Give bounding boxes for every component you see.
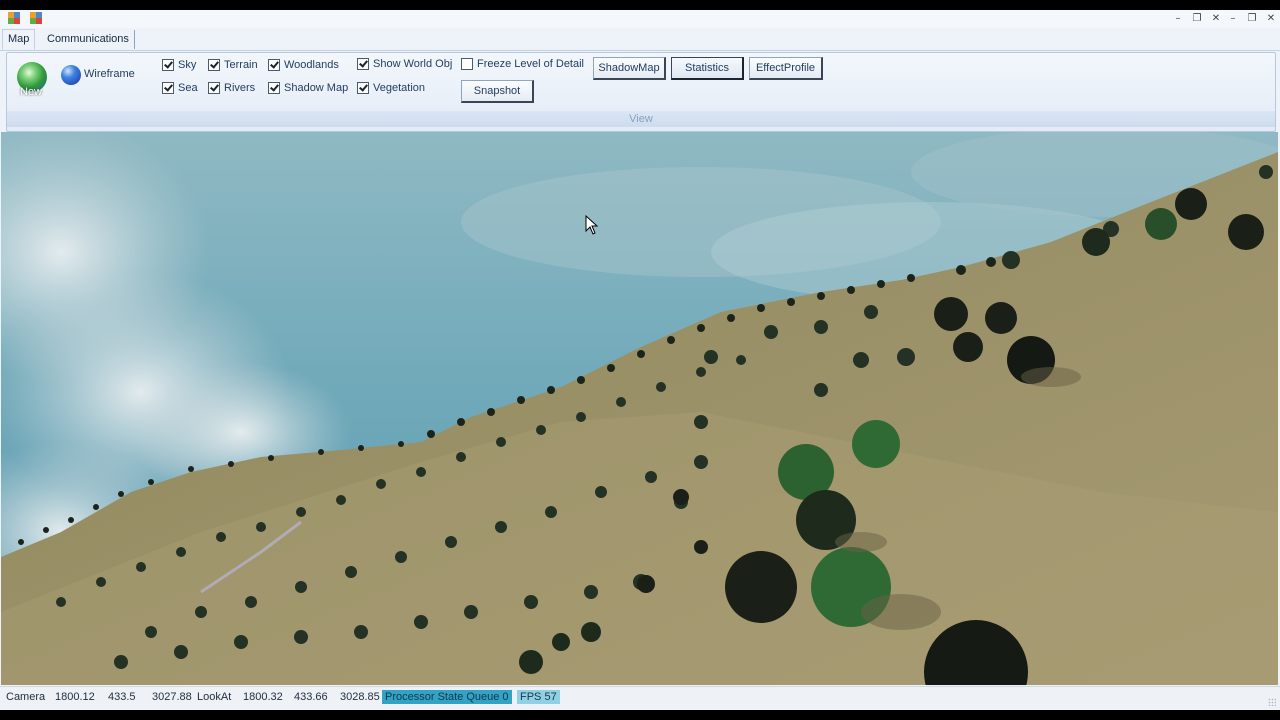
snapshot-button[interactable]: Snapshot — [461, 80, 534, 103]
view-group-label: View — [7, 111, 1275, 127]
wireframe-globe-icon — [61, 65, 81, 85]
show-world-obj-check-box[interactable] — [357, 58, 369, 70]
sea-checkbox[interactable]: Sea — [162, 81, 198, 95]
terrain-checkbox-label: Terrain — [224, 59, 258, 71]
bottom-letterbox — [0, 710, 1280, 720]
status-bar: Camera 1800.12 433.5 3027.88 LookAt 1800… — [0, 686, 1280, 709]
effectprofile-button[interactable]: EffectProfile — [749, 57, 823, 80]
child-minimize-button[interactable]: – — [1225, 11, 1241, 27]
mdi-child-icon[interactable] — [30, 12, 42, 24]
app-icon[interactable] — [8, 12, 20, 24]
title-strip: – ❐ ✕ – ❐ ✕ — [0, 10, 1280, 28]
shadowmap-button[interactable]: ShadowMap — [593, 57, 666, 80]
top-letterbox — [0, 0, 1280, 10]
camera-y: 433.5 — [108, 691, 136, 703]
vegetation-checkbox[interactable]: Vegetation — [357, 81, 425, 95]
resize-grip[interactable] — [1268, 698, 1276, 706]
show-world-obj-checkbox[interactable]: Show World Obj — [357, 57, 452, 71]
processor-state-badge: Processor State Queue 0 — [382, 690, 512, 704]
woodlands-check-box[interactable] — [268, 59, 280, 71]
woodlands-checkbox[interactable]: Woodlands — [268, 58, 339, 72]
restore-button[interactable]: ❐ — [1189, 11, 1205, 27]
lookat-y: 433.66 — [294, 691, 328, 703]
terrain-check-box[interactable] — [208, 59, 220, 71]
fps-badge: FPS 57 — [517, 690, 560, 704]
lookat-x: 1800.32 — [243, 691, 283, 703]
new-label: New — [20, 86, 43, 98]
freeze-lod-check-box[interactable] — [461, 58, 473, 70]
vegetation-check-box[interactable] — [357, 82, 369, 94]
shadow-map-checkbox[interactable]: Shadow Map — [268, 81, 348, 95]
ribbon-tabs: Map Communications — [0, 28, 1280, 51]
sea-checkbox-label: Sea — [178, 82, 198, 94]
camera-label: Camera — [6, 691, 46, 703]
rivers-checkbox-label: Rivers — [224, 82, 256, 94]
freeze-lod-checkbox-label: Freeze Level of Detail — [477, 58, 584, 70]
child-restore-button[interactable]: ❐ — [1244, 11, 1260, 27]
shadow-map-checkbox-label: Shadow Map — [284, 82, 349, 94]
sea-check-box[interactable] — [162, 82, 174, 94]
vegetation-checkbox-label: Vegetation — [373, 82, 425, 94]
wireframe-button[interactable]: Wireframe — [59, 63, 139, 85]
camera-x: 1800.12 — [55, 691, 95, 703]
minimize-button[interactable]: – — [1170, 11, 1186, 27]
show-world-obj-checkbox-label: Show World Obj — [373, 58, 453, 70]
ribbon-panel: New Wireframe Sky Sea Terrain Rivers Woo… — [6, 52, 1276, 132]
mouse-cursor-icon — [585, 215, 599, 235]
tab-map[interactable]: Map — [2, 29, 36, 50]
shadow-map-check-box[interactable] — [268, 82, 280, 94]
rivers-checkbox[interactable]: Rivers — [208, 81, 255, 95]
rivers-check-box[interactable] — [208, 82, 220, 94]
3d-viewport[interactable] — [1, 132, 1278, 685]
new-button[interactable]: New — [15, 59, 49, 99]
lookat-label: LookAt — [197, 691, 232, 703]
sky-check-box[interactable] — [162, 59, 174, 71]
sky-checkbox-label: Sky — [178, 59, 197, 71]
lookat-z: 3028.85 — [340, 691, 380, 703]
camera-z: 3027.88 — [152, 691, 192, 703]
wireframe-label: Wireframe — [84, 68, 135, 80]
child-close-button[interactable]: ✕ — [1263, 11, 1279, 27]
tab-communications[interactable]: Communications — [42, 30, 135, 49]
statistics-button[interactable]: Statistics — [671, 57, 744, 80]
freeze-lod-checkbox[interactable]: Freeze Level of Detail — [461, 57, 584, 71]
app-window: – ❐ ✕ – ❐ ✕ Map Communications New Wiref… — [0, 10, 1280, 710]
woodlands-checkbox-label: Woodlands — [284, 59, 339, 71]
close-button[interactable]: ✕ — [1208, 11, 1224, 27]
terrain-checkbox[interactable]: Terrain — [208, 58, 258, 72]
sky-checkbox[interactable]: Sky — [162, 58, 196, 72]
